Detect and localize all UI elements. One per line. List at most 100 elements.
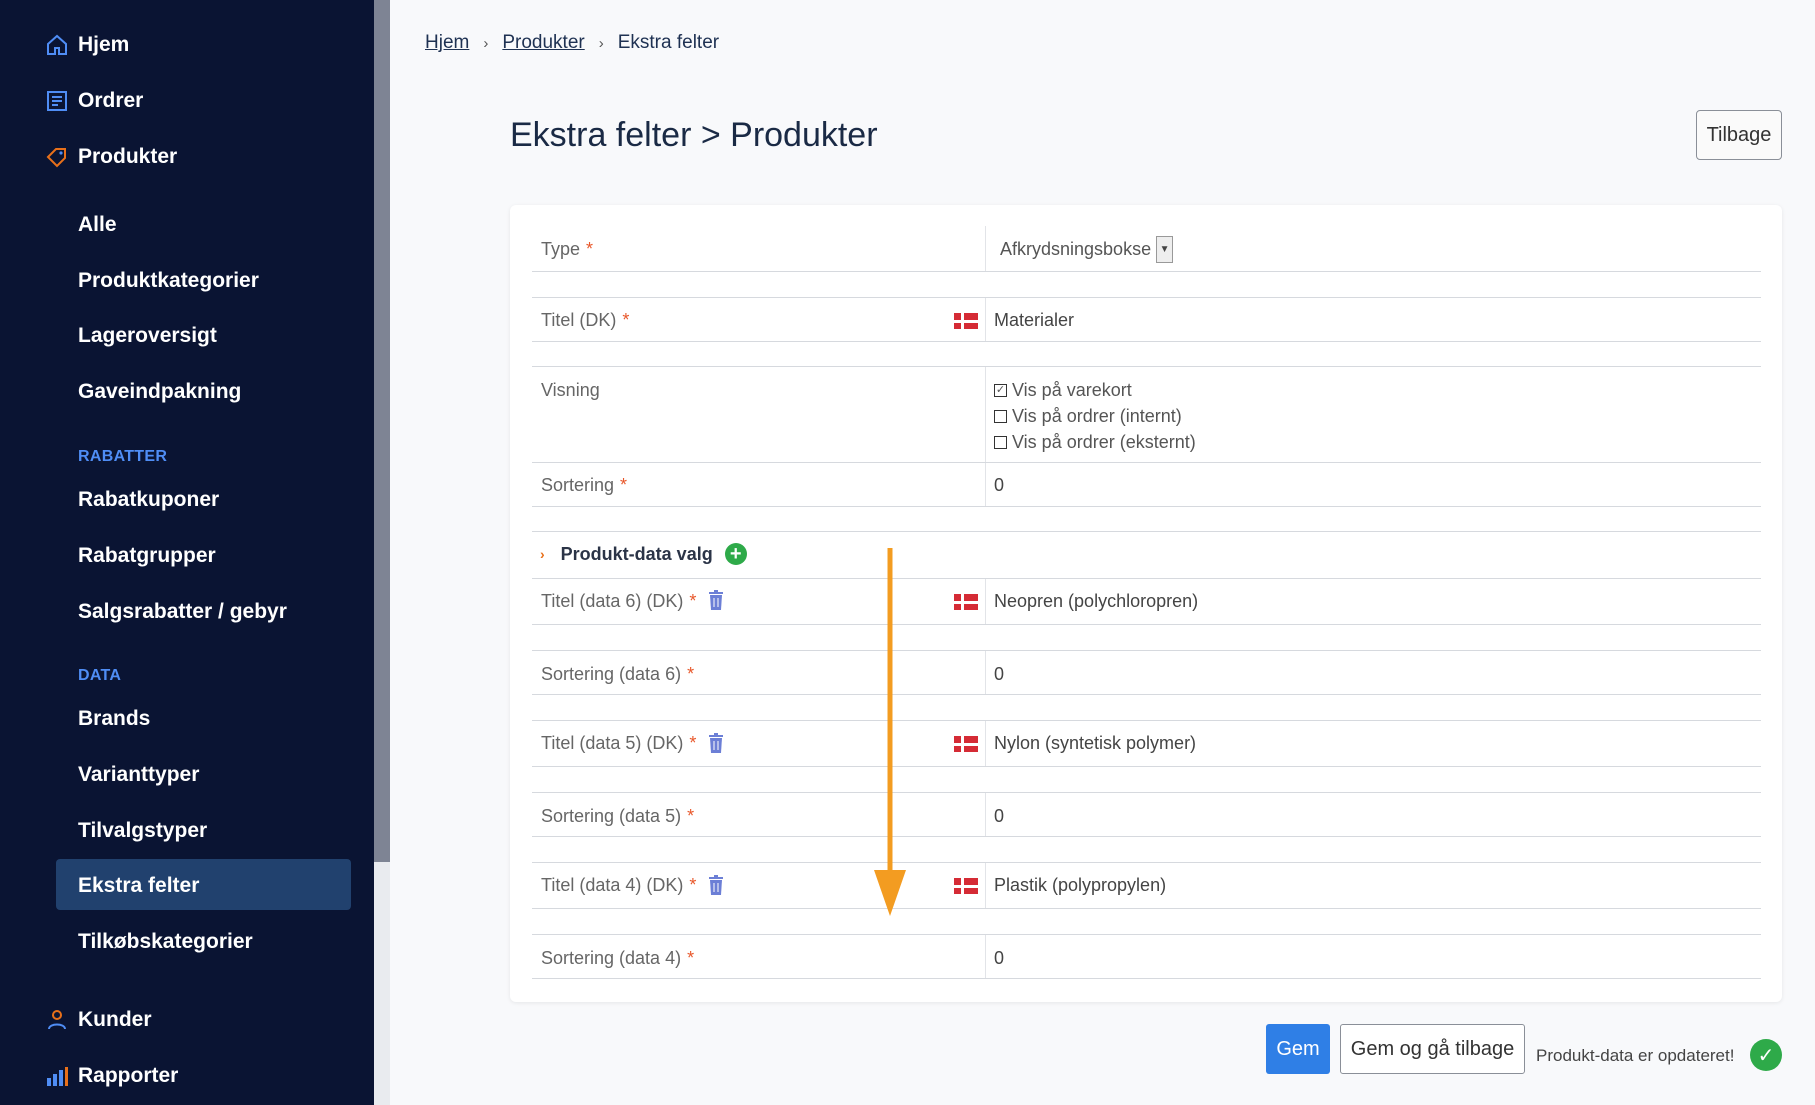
type-select[interactable]: Afkrydsningsbokse ▼: [1000, 236, 1174, 263]
checkbox-checked-icon[interactable]: ✓: [994, 384, 1007, 397]
checkbox-vis-ordrer-internt[interactable]: Vis på ordrer (internt): [994, 406, 1182, 427]
sidebar-item-ekstra-felter[interactable]: Ekstra felter: [78, 874, 199, 898]
nav-item-kunder[interactable]: Kunder: [0, 1006, 152, 1034]
status-message: Produkt-data er opdateret!: [1536, 1046, 1735, 1065]
title-input[interactable]: Materialer: [994, 310, 1074, 331]
save-button[interactable]: Gem: [1266, 1024, 1330, 1074]
column-divider: [985, 862, 986, 908]
trash-icon[interactable]: [708, 733, 724, 753]
user-icon: [43, 1006, 71, 1034]
row-divider: [532, 934, 1761, 935]
sort-input[interactable]: 0: [994, 475, 1004, 496]
checkbox-unchecked-icon[interactable]: [994, 410, 1007, 423]
nav-item-label: Produkter: [78, 145, 178, 168]
checkbox-vis-varekort[interactable]: ✓ Vis på varekort: [994, 380, 1132, 401]
required-marker: *: [687, 806, 695, 826]
data4-sort-label: Sortering (data 4) *: [541, 948, 694, 969]
add-icon[interactable]: +: [724, 543, 747, 565]
type-label: Type *: [541, 239, 593, 260]
nav-item-label: Hjem: [78, 33, 130, 56]
row-divider: [532, 694, 1761, 695]
row-divider: [532, 978, 1761, 979]
nav-item-hjem[interactable]: Hjem: [0, 31, 129, 59]
trash-icon[interactable]: [708, 590, 724, 610]
title-label: Titel (DK) *: [541, 310, 629, 331]
sidebar-item-rabatgrupper[interactable]: Rabatgrupper: [78, 544, 216, 568]
sidebar-item-lageroversigt[interactable]: Lageroversigt: [78, 324, 217, 348]
bar-chart-icon: [43, 1062, 71, 1090]
column-divider: [985, 297, 986, 341]
caret-right-icon[interactable]: ›: [540, 546, 545, 562]
type-label-text: Type: [541, 239, 581, 259]
type-select-value: Afkrydsningsbokse: [1000, 239, 1152, 259]
row-divider: [532, 792, 1761, 793]
breadcrumb-link-produkter[interactable]: Produkter: [502, 32, 584, 54]
row-divider: [532, 908, 1761, 909]
sidebar-item-gaveindpakning[interactable]: Gaveindpakning: [78, 380, 241, 404]
sidebar-item-rabatkuponer[interactable]: Rabatkuponer: [78, 488, 219, 512]
row-divider: [532, 650, 1761, 651]
nav-item-label: Rapporter: [78, 1064, 179, 1087]
row-divider: [532, 341, 1761, 342]
nav-item-produkter[interactable]: Produkter: [0, 143, 177, 171]
section-heading-data: DATA: [78, 667, 122, 684]
scrollbar-thumb[interactable]: [374, 0, 390, 862]
sidebar-item-tilvalgstyper[interactable]: Tilvalgstyper: [78, 819, 207, 843]
checkbox-label: Vis på varekort: [1012, 380, 1132, 400]
sidebar-scrollbar[interactable]: [374, 0, 390, 1105]
data-sort-label-text: Sortering (data 5): [541, 806, 682, 826]
data5-sort-label: Sortering (data 5) *: [541, 806, 694, 827]
sidebar-item-alle[interactable]: Alle: [78, 213, 117, 237]
data6-sort-label: Sortering (data 6) *: [541, 664, 694, 685]
chevron-down-icon[interactable]: ▼: [1156, 236, 1174, 263]
checkbox-label: Vis på ordrer (internt): [1012, 406, 1182, 426]
data5-title-label: Titel (data 5) (DK) *: [541, 733, 696, 754]
row-divider: [532, 766, 1761, 767]
data6-sort-input[interactable]: 0: [994, 664, 1004, 685]
checkbox-vis-ordrer-eksternt[interactable]: Vis på ordrer (eksternt): [994, 432, 1196, 453]
sort-label: Sortering *: [541, 475, 627, 496]
trash-icon[interactable]: [708, 875, 724, 895]
column-divider: [985, 792, 986, 836]
sidebar-item-varianttyper[interactable]: Varianttyper: [78, 763, 199, 787]
check-circle-icon: ✓: [1750, 1039, 1782, 1071]
data4-sort-input[interactable]: 0: [994, 948, 1004, 969]
required-marker: *: [689, 875, 697, 895]
data-title-label-text: Titel (data 6) (DK): [541, 591, 684, 611]
sidebar-item-produktkategorier[interactable]: Produktkategorier: [78, 269, 259, 293]
required-marker: *: [687, 664, 695, 684]
column-divider: [985, 934, 986, 978]
nav-item-rapporter[interactable]: Rapporter: [0, 1062, 178, 1090]
row-divider: [532, 624, 1761, 625]
row-divider: [532, 297, 1761, 298]
column-divider: [985, 366, 986, 506]
visning-label-text: Visning: [541, 380, 600, 400]
required-marker: *: [622, 310, 630, 330]
nav-item-ordrer[interactable]: Ordrer: [0, 87, 143, 115]
back-button[interactable]: Tilbage: [1696, 110, 1782, 160]
visning-label: Visning: [541, 380, 600, 401]
data4-title-input[interactable]: Plastik (polypropylen): [994, 875, 1166, 896]
breadcrumb: Hjem › Produkter › Ekstra felter: [425, 32, 719, 54]
sidebar-item-salgsrabatter[interactable]: Salgsrabatter / gebyr: [78, 600, 287, 624]
breadcrumb-link-hjem[interactable]: Hjem: [425, 32, 469, 54]
danish-flag-icon: [954, 878, 978, 894]
data5-sort-input[interactable]: 0: [994, 806, 1004, 827]
sidebar-item-tilkobskategorier[interactable]: Tilkøbskategorier: [78, 930, 253, 954]
checkbox-unchecked-icon[interactable]: [994, 436, 1007, 449]
title-label-text: Titel (DK): [541, 310, 617, 330]
data-title-label-text: Titel (data 5) (DK): [541, 733, 684, 753]
data-title-label-text: Titel (data 4) (DK): [541, 875, 684, 895]
column-divider: [985, 578, 986, 624]
required-marker: *: [620, 475, 628, 495]
section-produkt-data-valg: › Produkt-data valg +: [540, 543, 747, 565]
home-icon: [43, 31, 71, 59]
data5-title-input[interactable]: Nylon (syntetisk polymer): [994, 733, 1196, 754]
sidebar-item-brands[interactable]: Brands: [78, 707, 150, 731]
data6-title-input[interactable]: Neopren (polychloropren): [994, 591, 1198, 612]
danish-flag-icon: [954, 313, 978, 329]
data4-title-label: Titel (data 4) (DK) *: [541, 875, 696, 896]
row-divider: [532, 836, 1761, 837]
save-and-back-button[interactable]: Gem og gå tilbage: [1340, 1024, 1525, 1074]
data-sort-label-text: Sortering (data 6): [541, 664, 682, 684]
